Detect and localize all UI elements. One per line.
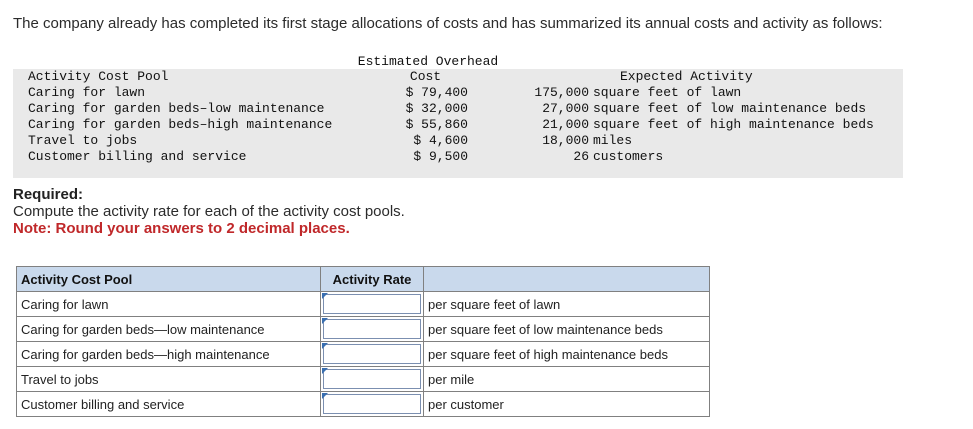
header-activity: Expected Activity	[620, 69, 753, 84]
summary-unit: square feet of high maintenance beds	[593, 117, 874, 132]
input-marker-icon	[322, 318, 328, 324]
header-overhead-line2: Cost	[409, 69, 442, 84]
rate-input-billing[interactable]	[323, 394, 421, 414]
input-marker-icon	[322, 343, 328, 349]
summary-pool: Caring for garden beds–high maintenance	[28, 117, 333, 132]
row-pool-label: Caring for garden beds—low maintenance	[16, 316, 321, 342]
required-task: Compute the activity rate for each of th…	[13, 203, 405, 220]
summary-unit: square feet of lawn	[593, 85, 742, 100]
row-unit-label: per mile	[423, 366, 710, 392]
input-marker-icon	[322, 293, 328, 299]
summary-cost: $ 32,000	[405, 101, 468, 116]
summary-unit: customers	[593, 149, 664, 164]
rate-input-lawn[interactable]	[323, 294, 421, 314]
rounding-note: Note: Round your answers to 2 decimal pl…	[13, 220, 350, 237]
col-header-pool: Activity Cost Pool	[16, 266, 321, 292]
summary-qty: 27,000	[542, 101, 589, 116]
table-row: Customer billing and service per custome…	[16, 391, 710, 417]
summary-pool: Caring for garden beds–low maintenance	[28, 101, 325, 116]
summary-unit: miles	[593, 133, 633, 148]
input-marker-icon	[322, 368, 328, 374]
summary-cost: $ 55,860	[405, 117, 468, 132]
input-marker-icon	[322, 393, 328, 399]
rate-input-low-maintenance[interactable]	[323, 319, 421, 339]
row-unit-label: per square feet of high maintenance beds	[423, 341, 710, 367]
summary-qty: 26	[573, 149, 589, 164]
required-heading: Required:	[13, 186, 84, 203]
row-pool-label: Customer billing and service	[16, 391, 321, 417]
rate-input-high-maintenance[interactable]	[323, 344, 421, 364]
row-unit-label: per square feet of low maintenance beds	[423, 316, 710, 342]
cost-summary: Estimated Overhead Activity Cost Pool Co…	[13, 52, 903, 178]
summary-qty: 175,000	[534, 85, 589, 100]
summary-pool: Customer billing and service	[28, 149, 247, 164]
intro-text: The company already has completed its fi…	[13, 15, 883, 32]
required-section: Required: Compute the activity rate for …	[13, 186, 405, 237]
col-header-rate: Activity Rate	[320, 266, 424, 292]
col-header-unit	[423, 266, 710, 292]
summary-unit: square feet of low maintenance beds	[593, 101, 867, 116]
summary-cost: $ 79,400	[405, 85, 468, 100]
table-row: Caring for lawn per square feet of lawn	[16, 291, 710, 317]
row-pool-label: Travel to jobs	[16, 366, 321, 392]
row-unit-label: per square feet of lawn	[423, 291, 710, 317]
table-row: Caring for garden beds—low maintenance p…	[16, 316, 710, 342]
summary-cost: $ 9,500	[413, 149, 468, 164]
summary-qty: 21,000	[542, 117, 589, 132]
rate-input-travel[interactable]	[323, 369, 421, 389]
summary-qty: 18,000	[542, 133, 589, 148]
row-pool-label: Caring for lawn	[16, 291, 321, 317]
summary-cost: $ 4,600	[413, 133, 468, 148]
table-row: Travel to jobs per mile	[16, 366, 710, 392]
header-overhead-line1: Estimated Overhead	[357, 54, 499, 69]
answer-table: Activity Cost Pool Activity Rate Caring …	[16, 266, 710, 417]
answer-header-row: Activity Cost Pool Activity Rate	[16, 266, 710, 292]
row-pool-label: Caring for garden beds—high maintenance	[16, 341, 321, 367]
header-pool: Activity Cost Pool	[28, 69, 169, 84]
row-unit-label: per customer	[423, 391, 710, 417]
summary-pool: Caring for lawn	[28, 85, 146, 100]
summary-pool: Travel to jobs	[28, 133, 138, 148]
table-row: Caring for garden beds—high maintenance …	[16, 341, 710, 367]
